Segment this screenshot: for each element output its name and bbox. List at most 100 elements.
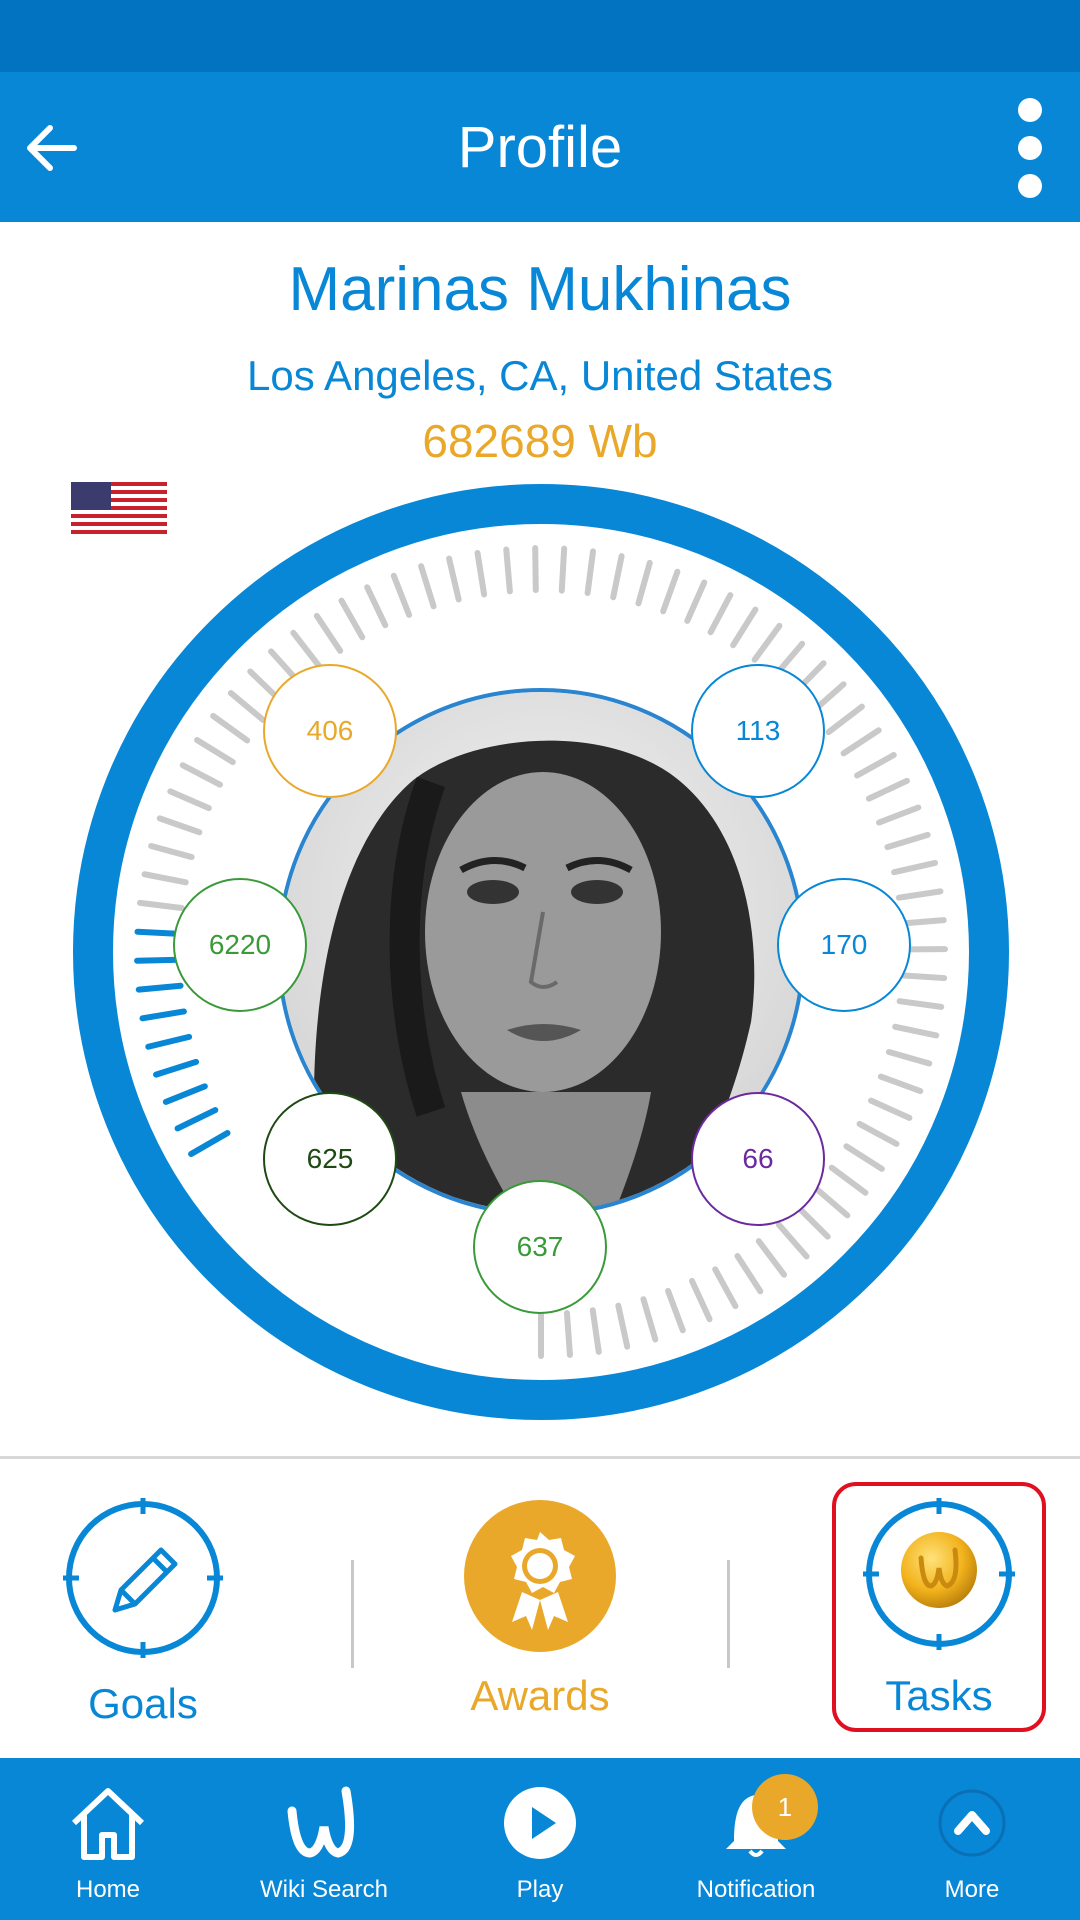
coin-target-icon — [863, 1498, 1015, 1650]
stat-badge[interactable]: 625 — [263, 1092, 397, 1226]
nav-home-label: Home — [75, 1876, 141, 1903]
nav-more[interactable]: More — [864, 1758, 1080, 1920]
dial-tick — [503, 546, 513, 595]
dial-tick — [895, 888, 944, 901]
dial-tick — [865, 777, 910, 802]
dial-tick — [712, 1266, 739, 1310]
profile-name: Marinas Mukhinas — [288, 255, 792, 324]
dial-tick — [892, 1023, 940, 1039]
dial-tick — [136, 899, 185, 911]
dial-tick — [899, 972, 948, 982]
dial-tick — [794, 1204, 831, 1240]
stat-badge-value: 6220 — [208, 929, 272, 960]
stat-badge[interactable]: 66 — [691, 1092, 825, 1226]
stat-badge-value: 637 — [516, 1231, 564, 1262]
action-separator — [351, 1560, 354, 1668]
dial-tick — [751, 622, 783, 663]
nav-play[interactable]: Play — [432, 1758, 648, 1920]
dial-tick — [563, 1310, 573, 1358]
stat-badge-value: 406 — [306, 715, 354, 746]
us-flag-icon — [71, 482, 167, 534]
dial-tick — [141, 871, 189, 886]
dial-tick — [188, 1130, 231, 1157]
dial-tick — [868, 1097, 913, 1121]
dial-tick — [615, 1302, 631, 1350]
chevron-up-icon — [938, 1789, 1006, 1857]
dial-tick — [313, 612, 344, 654]
dial-tick — [775, 1221, 810, 1260]
nav-wiki-search-label: Wiki Search — [259, 1876, 389, 1903]
dial-tick — [558, 545, 568, 594]
nav-notification[interactable]: Notification — [648, 1758, 864, 1920]
dial-tick — [134, 956, 183, 964]
profile-dial: 406 113 6220 170 625 66 637 — [71, 482, 1011, 1422]
stat-badge[interactable]: 637 — [473, 1180, 607, 1314]
stat-badge-value: 170 — [820, 929, 868, 960]
dial-tick — [856, 1120, 900, 1147]
stat-badge[interactable]: 170 — [777, 878, 911, 1012]
pencil-target-icon — [63, 1498, 223, 1658]
dial-tick — [167, 788, 212, 812]
dial-tick — [828, 1164, 869, 1196]
menu-dot — [1018, 98, 1042, 122]
goals-label: Goals — [88, 1680, 198, 1727]
dial-tick — [891, 859, 939, 876]
dial-tick — [665, 1287, 686, 1334]
dial-tick — [156, 815, 203, 836]
page-title: Profile — [457, 115, 623, 180]
dial-tick — [684, 579, 708, 624]
stat-badge[interactable]: 6220 — [173, 878, 307, 1012]
dial-tick — [446, 555, 462, 603]
dial-tick — [210, 712, 251, 744]
dial-tick — [145, 1033, 193, 1050]
dial-tick — [179, 762, 224, 788]
menu-dot — [1018, 136, 1042, 160]
dial-tick — [153, 1058, 200, 1078]
play-icon — [504, 1787, 576, 1859]
awards-label: Awards — [470, 1672, 610, 1719]
section-divider — [0, 1456, 1080, 1459]
profile-points: 682689 Wb — [422, 415, 658, 467]
dial-tick — [194, 737, 236, 766]
tasks-label: Tasks — [885, 1672, 993, 1719]
goals-button[interactable]: Goals — [50, 1498, 236, 1738]
app-bar: Profile — [0, 72, 1080, 222]
stat-badge-value: 113 — [735, 715, 781, 746]
dial-tick — [390, 572, 413, 618]
dial-tick — [162, 1083, 208, 1105]
dial-tick — [338, 597, 366, 641]
dial-tick — [364, 584, 389, 629]
dial-tick — [174, 1107, 219, 1132]
dial-tick — [812, 1184, 851, 1219]
dial-tick — [418, 563, 437, 610]
stat-badge-value: 625 — [306, 1143, 354, 1174]
nav-home[interactable]: Home — [0, 1758, 216, 1920]
status-bar — [0, 0, 1080, 72]
dial-tick — [755, 1238, 788, 1278]
dial-tick — [227, 690, 267, 723]
dial-tick — [290, 629, 323, 669]
dial-tick — [640, 1296, 659, 1343]
dial-tick — [707, 592, 734, 636]
stat-badge[interactable]: 113 — [691, 664, 825, 798]
dial-tick — [610, 553, 625, 601]
dial-tick — [843, 1143, 885, 1172]
stat-badge[interactable]: 406 — [263, 664, 397, 798]
dial-tick — [148, 843, 195, 861]
awards-button[interactable]: Awards — [440, 1498, 640, 1738]
home-icon — [71, 1788, 145, 1860]
action-separator — [727, 1560, 730, 1668]
dial-tick — [876, 804, 922, 826]
nav-more-label: More — [944, 1876, 1000, 1903]
notification-count-badge: 1 — [752, 1774, 818, 1840]
wiki-logo-icon — [287, 1786, 355, 1858]
nav-wiki-search[interactable]: Wiki Search — [216, 1758, 432, 1920]
dial-tick — [589, 1307, 602, 1355]
award-ribbon-icon — [464, 1500, 616, 1652]
dial-tick — [825, 703, 865, 736]
overflow-menu-button[interactable] — [1000, 98, 1060, 198]
tasks-button[interactable]: Tasks — [842, 1498, 1036, 1738]
nav-play-label: Play — [516, 1876, 564, 1903]
dial-tick — [898, 917, 947, 927]
dial-tick — [884, 831, 931, 851]
